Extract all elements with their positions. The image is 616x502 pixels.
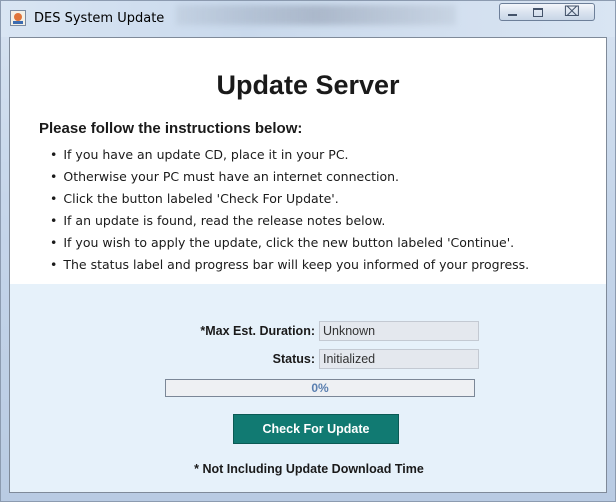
- close-button[interactable]: ⌧: [550, 3, 595, 21]
- instruction-item: Click the button labeled 'Check For Upda…: [50, 188, 529, 210]
- check-for-update-button[interactable]: Check For Update: [233, 414, 399, 444]
- update-window: DES System Update ⌧ Update Server Please…: [0, 0, 616, 502]
- title-bar[interactable]: DES System Update ⌧: [1, 1, 615, 37]
- status-label: Status:: [272, 352, 315, 366]
- instruction-item: If you wish to apply the update, click t…: [50, 232, 529, 254]
- duration-field: Unknown: [319, 321, 479, 341]
- instructions-title: Please follow the instructions below:: [39, 120, 303, 137]
- page-title: Update Server: [216, 70, 400, 100]
- instruction-item: If an update is found, read the release …: [50, 210, 529, 232]
- java-app-icon: [10, 10, 26, 26]
- title-bar-blur: [176, 5, 456, 25]
- progress-bar: 0%: [165, 379, 475, 397]
- instruction-item: Otherwise your PC must have an internet …: [50, 166, 529, 188]
- instructions-list: If you have an update CD, place it in yo…: [50, 144, 529, 276]
- progress-percent: 0%: [311, 381, 329, 395]
- instructions-panel: Update Server Please follow the instruct…: [10, 38, 606, 285]
- close-icon: ⌧: [563, 4, 581, 20]
- instruction-item: If you have an update CD, place it in yo…: [50, 144, 529, 166]
- maximize-button[interactable]: [525, 3, 551, 21]
- window-title: DES System Update: [34, 11, 165, 26]
- minimize-button[interactable]: [499, 3, 526, 21]
- maximize-icon: [532, 7, 543, 17]
- minimize-icon: [508, 13, 517, 16]
- status-field: Initialized: [319, 349, 479, 369]
- duration-footnote: * Not Including Update Download Time: [194, 462, 424, 476]
- instruction-item: The status label and progress bar will k…: [50, 254, 529, 276]
- duration-label: *Max Est. Duration:: [200, 324, 315, 338]
